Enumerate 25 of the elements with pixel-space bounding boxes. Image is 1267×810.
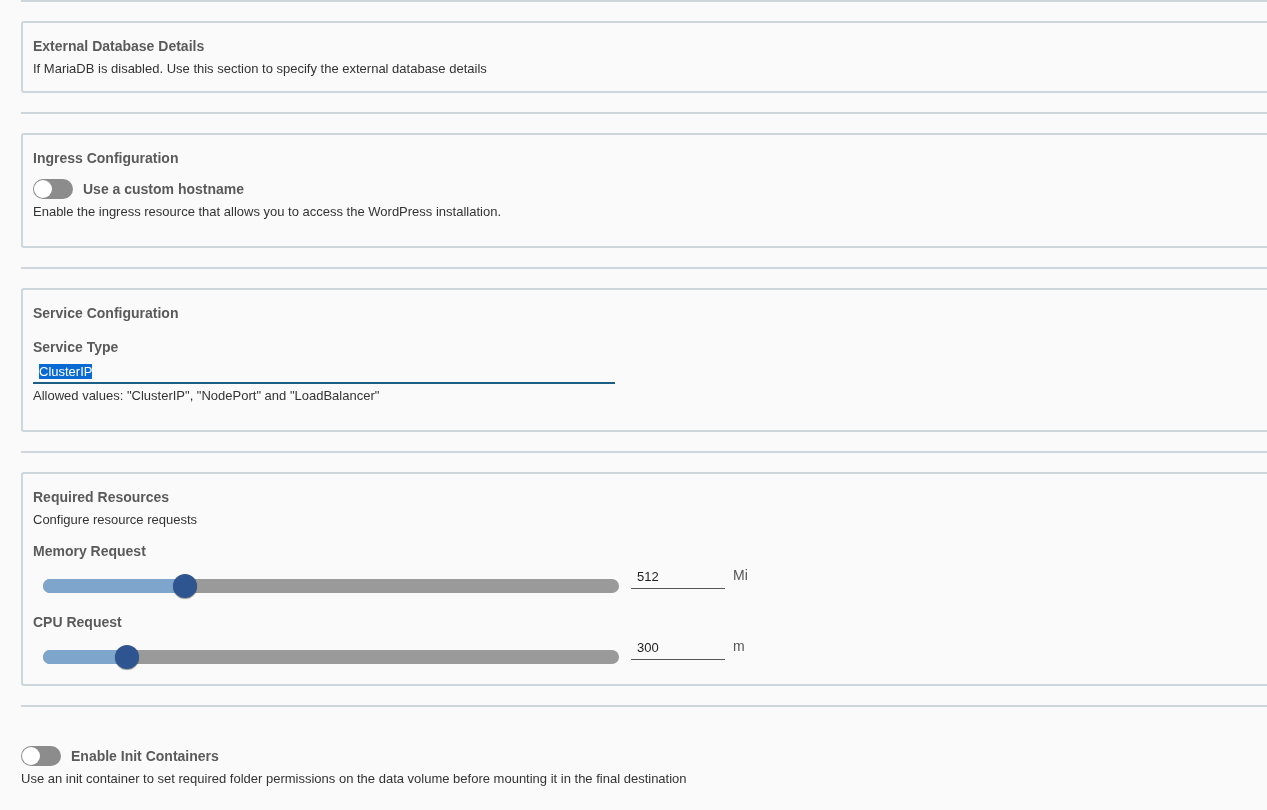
number-field[interactable]: 300 bbox=[631, 639, 725, 660]
slider-track[interactable] bbox=[43, 645, 619, 670]
description-text: Allowed values: "ClusterIP", "NodePort" and "LoadBalancer" bbox=[33, 388, 381, 404]
field-label: Memory Request bbox=[33, 542, 147, 560]
description-text: Enable the ingress resource that allows you to access the WordPress installation. bbox=[33, 204, 502, 220]
unit-label: Mi bbox=[733, 566, 748, 583]
field-label: Service Type bbox=[33, 338, 120, 356]
section-title: Service Configuration bbox=[33, 304, 180, 322]
toggle-switch[interactable] bbox=[21, 746, 61, 766]
section-title: External Database Details bbox=[33, 37, 206, 55]
toggle-switch[interactable] bbox=[33, 179, 73, 199]
section-title: Ingress Configuration bbox=[33, 149, 180, 167]
description-text: Configure resource requests bbox=[33, 512, 199, 528]
slider-track[interactable] bbox=[43, 574, 619, 599]
description-text: Use an init container to set required folder permissions on the data volume before mounting it in the final destination bbox=[21, 771, 688, 787]
number-field[interactable]: 512 bbox=[631, 568, 725, 589]
toggle-label: Use a custom hostname bbox=[83, 181, 245, 197]
slider-thumb[interactable] bbox=[173, 574, 198, 598]
description-text: If MariaDB is disabled. Use this section to specify the external database details bbox=[33, 61, 488, 77]
field-label: CPU Request bbox=[33, 613, 123, 631]
toggle-label: Enable Init Containers bbox=[71, 748, 219, 764]
slider-thumb[interactable] bbox=[115, 645, 140, 669]
section-title: Required Resources bbox=[33, 488, 171, 506]
unit-label: m bbox=[733, 637, 745, 654]
input-field[interactable]: ClusterIP bbox=[33, 364, 615, 384]
